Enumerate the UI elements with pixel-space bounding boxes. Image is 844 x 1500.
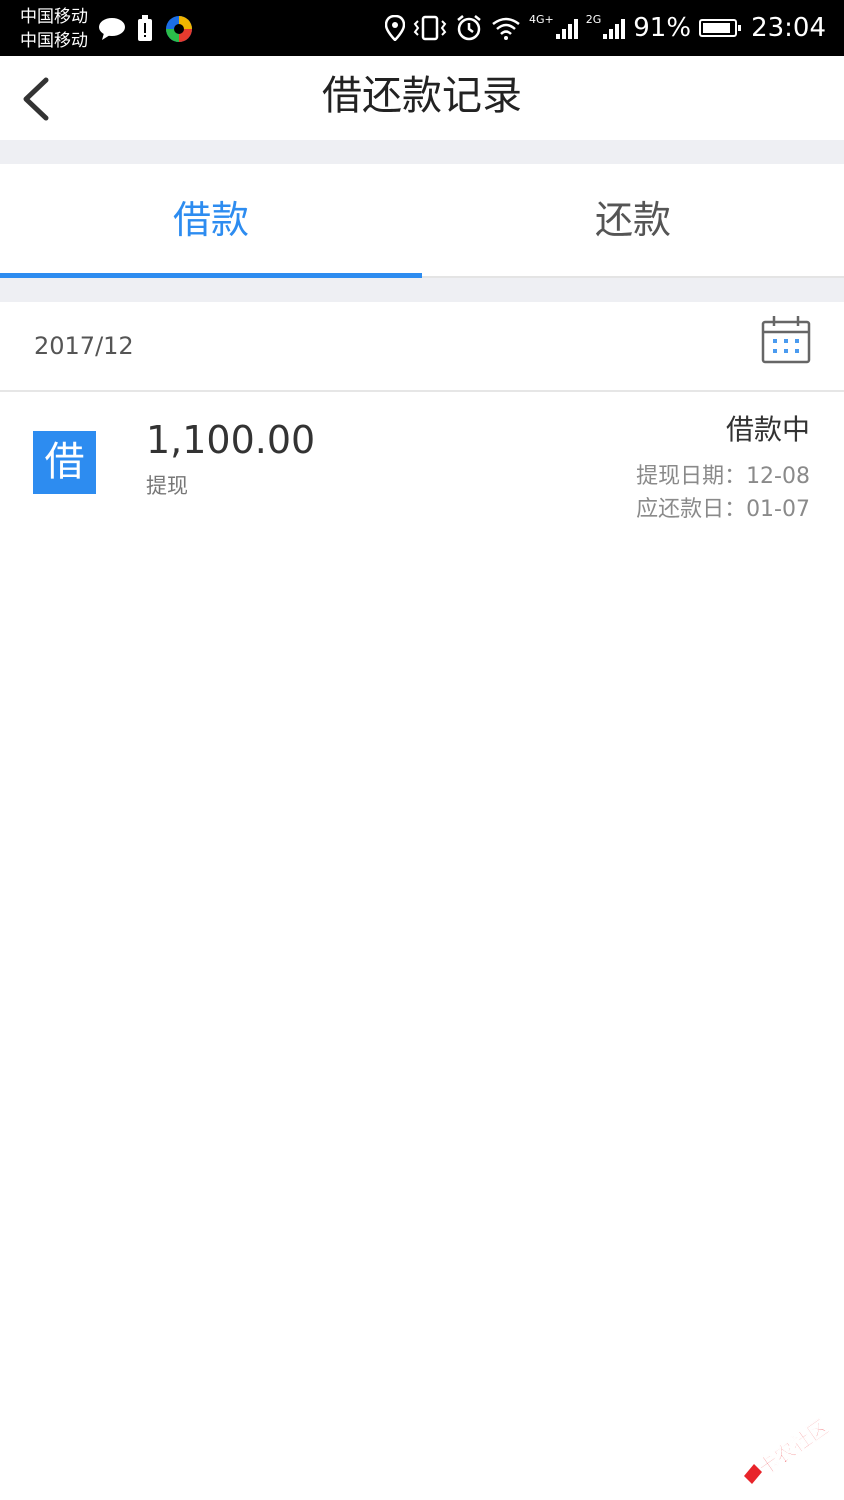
status-icons: 4G+ 2G 91% 23:04: [384, 10, 826, 46]
network-type-b: 2G: [585, 13, 602, 26]
watermark-icon: 卡农社区: [744, 1414, 833, 1484]
tab-repayment[interactable]: 还款: [422, 164, 844, 276]
month-filter-row: 2017/12: [0, 302, 844, 392]
alarm-icon: [457, 15, 481, 41]
due-date: 应还款日：01-07: [636, 497, 810, 522]
loan-type: 提现: [146, 474, 188, 498]
status-bar: 中国移动 中国移动 4G+ 2G 91% 23:04: [0, 0, 844, 56]
vibrate-icon: [413, 15, 447, 41]
sim-alert-icon: [138, 15, 152, 41]
month-label: 2017/12: [34, 332, 134, 360]
carrier-1: 中国移动: [20, 7, 88, 27]
battery-fill: [703, 23, 731, 33]
section-divider: [0, 140, 844, 164]
app-logo-icon: [166, 16, 192, 42]
wifi-icon: [492, 17, 520, 40]
carrier-2: 中国移动: [20, 31, 88, 51]
status-badge: 借款中: [725, 413, 810, 446]
svg-text:卡农社区: 卡农社区: [754, 1415, 833, 1481]
page-title: 借还款记录: [322, 73, 522, 119]
calendar-button[interactable]: [760, 314, 812, 366]
clock: 23:04: [751, 13, 826, 43]
watermark-logo: 卡农社区: [740, 1406, 840, 1486]
signal-bars-a-icon: [555, 17, 578, 39]
carrier-names: 中国移动 中国移动: [20, 5, 88, 53]
loan-amount: 1,100.00: [146, 418, 316, 462]
message-bubble-icon: [99, 18, 125, 40]
tab-bar: 借款 还款: [0, 164, 844, 278]
battery-icon: [699, 19, 742, 37]
list-item[interactable]: 借 1,100.00 提现 借款中 提现日期：12-08 应还款日：01-07: [0, 392, 844, 532]
battery-percent: 91%: [633, 13, 692, 43]
section-divider: [0, 278, 844, 302]
tab-loan[interactable]: 借款: [0, 164, 422, 276]
app-header: 借还款记录: [0, 56, 844, 140]
loan-badge: 借: [33, 431, 96, 494]
location-icon: [384, 15, 405, 41]
notification-icons: [98, 14, 194, 44]
network-type-a: 4G+: [528, 13, 554, 26]
signal-bars-b-icon: [603, 17, 626, 39]
withdraw-date: 提现日期：12-08: [636, 464, 810, 489]
calendar-icon: [761, 316, 811, 364]
